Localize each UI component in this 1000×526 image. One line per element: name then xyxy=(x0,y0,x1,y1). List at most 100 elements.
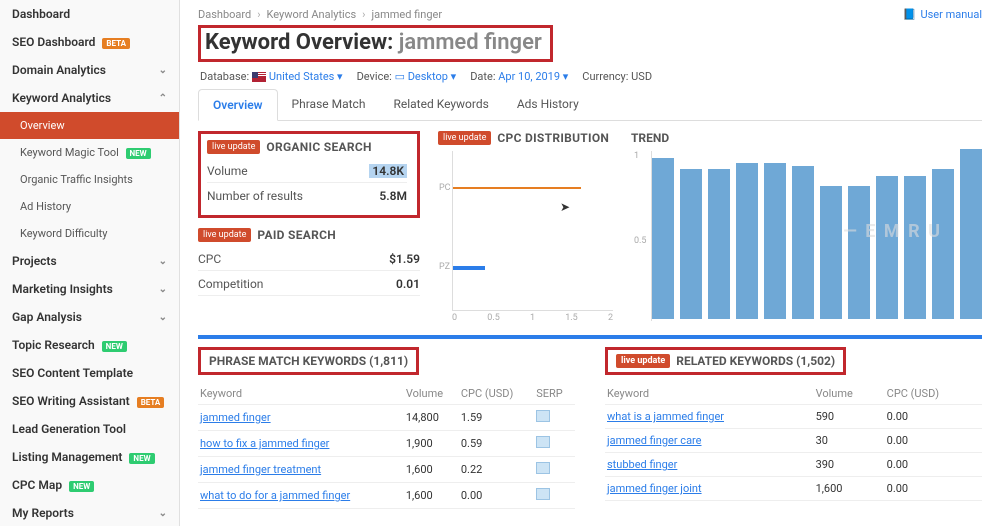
trend-bar xyxy=(708,169,730,319)
trend-bar xyxy=(736,163,758,319)
trend-bar xyxy=(876,176,898,319)
live-update-badge: live update xyxy=(438,131,491,145)
sidebar-item-keyword-magic-tool[interactable]: Keyword Magic Tool NEW xyxy=(0,139,179,166)
book-icon: 📘 xyxy=(903,8,917,21)
keyword-link[interactable]: how to fix a jammed finger xyxy=(200,437,329,450)
related-keywords-table: KeywordVolumeCPC (USD) what is a jammed … xyxy=(605,383,982,501)
phrase-match-panel: PHRASE MATCH KEYWORDS (1,811) KeywordVol… xyxy=(198,347,575,509)
tab-related-keywords[interactable]: Related Keywords xyxy=(379,89,502,120)
keyword-link[interactable]: stubbed finger xyxy=(607,458,677,471)
keyword-link[interactable]: what is a jammed finger xyxy=(607,410,724,423)
table-row: jammed finger care300.00 xyxy=(605,429,982,453)
sidebar: DashboardSEO Dashboard BETADomain Analyt… xyxy=(0,0,180,526)
metric-competition: Competition 0.01 xyxy=(198,271,420,296)
currency-value: USD xyxy=(631,70,652,83)
phrase-match-title: PHRASE MATCH KEYWORDS (1,811) xyxy=(198,347,419,375)
crumb-keyword-analytics[interactable]: Keyword Analytics xyxy=(267,8,357,21)
tab-phrase-match[interactable]: Phrase Match xyxy=(278,89,380,120)
sidebar-item-keyword-difficulty[interactable]: Keyword Difficulty xyxy=(0,220,179,247)
trend-bar xyxy=(848,186,870,319)
table-row: jammed finger14,8001.59 xyxy=(198,405,575,431)
paid-title: PAID SEARCH xyxy=(257,228,336,242)
cpc-distribution-panel: live update CPC DISTRIBUTION PC PZ 00.51… xyxy=(438,131,613,323)
paid-search-panel: live update PAID SEARCH CPC $1.59 Compet… xyxy=(198,228,420,296)
crumb-current: jammed finger xyxy=(371,8,442,21)
sidebar-item-keyword-analytics[interactable]: Keyword Analytics⌃ xyxy=(0,84,179,112)
sidebar-item-dashboard[interactable]: Dashboard xyxy=(0,0,179,28)
trend-bar xyxy=(932,169,954,319)
page-title-highlight: Keyword Overview: jammed finger xyxy=(198,25,553,62)
sidebar-item-organic-traffic-insights[interactable]: Organic Traffic Insights xyxy=(0,166,179,193)
sidebar-item-topic-research[interactable]: Topic Research NEW xyxy=(0,331,179,359)
sidebar-item-gap-analysis[interactable]: Gap Analysis⌄ xyxy=(0,303,179,331)
sidebar-item-cpc-map[interactable]: CPC Map NEW xyxy=(0,471,179,499)
sidebar-item-seo-content-template[interactable]: SEO Content Template xyxy=(0,359,179,387)
us-flag-icon xyxy=(252,72,266,82)
trend-bar xyxy=(680,169,702,319)
sidebar-item-listing-management[interactable]: Listing Management NEW xyxy=(0,443,179,471)
table-row: jammed finger joint1,6000.00 xyxy=(605,477,982,501)
sidebar-item-seo-dashboard[interactable]: SEO Dashboard BETA xyxy=(0,28,179,56)
chevron-icon: ⌃ xyxy=(159,93,167,104)
watermark: — E M R U xyxy=(843,221,942,242)
date-dropdown[interactable]: Apr 10, 2019 ▾ xyxy=(498,70,568,83)
tab-ads-history[interactable]: Ads History xyxy=(503,89,593,120)
trend-bar xyxy=(652,158,674,320)
sidebar-item-seo-writing-assistant[interactable]: SEO Writing Assistant BETA xyxy=(0,387,179,415)
serp-icon[interactable] xyxy=(536,488,550,500)
keyword-link[interactable]: jammed finger joint xyxy=(607,482,702,495)
chevron-icon: ⌄ xyxy=(159,65,167,76)
sidebar-item-projects[interactable]: Projects⌄ xyxy=(0,247,179,275)
table-row: how to fix a jammed finger1,9000.59 xyxy=(198,431,575,457)
sidebar-item-overview[interactable]: Overview xyxy=(0,112,179,139)
serp-icon[interactable] xyxy=(536,462,550,474)
cpc-orange-line xyxy=(453,187,581,189)
phrase-match-table: KeywordVolumeCPC (USD)SERP jammed finger… xyxy=(198,383,575,509)
sidebar-item-domain-analytics[interactable]: Domain Analytics⌄ xyxy=(0,56,179,84)
trend-title: TREND xyxy=(631,131,982,145)
trend-bar xyxy=(764,163,786,319)
live-update-badge: live update xyxy=(198,228,251,242)
keyword-link[interactable]: what to do for a jammed finger xyxy=(200,489,350,502)
cpc-dist-title: CPC DISTRIBUTION xyxy=(497,131,609,145)
sidebar-item-my-reports[interactable]: My Reports⌄ xyxy=(0,499,179,526)
trend-bar xyxy=(820,186,842,319)
page-title: Keyword Overview: jammed finger xyxy=(205,30,542,55)
device-dropdown[interactable]: Desktop ▾ xyxy=(408,70,457,83)
tab-overview[interactable]: Overview xyxy=(198,89,278,121)
desktop-icon: ▭ xyxy=(395,70,405,83)
metric-cpc: CPC $1.59 xyxy=(198,246,420,271)
related-keywords-panel: live update RELATED KEYWORDS (1,502) Key… xyxy=(605,347,982,509)
serp-icon[interactable] xyxy=(536,436,550,448)
sidebar-item-marketing-insights[interactable]: Marketing Insights⌄ xyxy=(0,275,179,303)
serp-icon[interactable] xyxy=(536,410,550,422)
chevron-icon: ⌄ xyxy=(159,312,167,323)
table-row: jammed finger treatment1,6000.22 xyxy=(198,457,575,483)
chevron-icon: ⌄ xyxy=(159,508,167,519)
trend-bar xyxy=(792,166,814,319)
main-content: Dashboard› Keyword Analytics› jammed fin… xyxy=(180,0,1000,526)
keyword-link[interactable]: jammed finger care xyxy=(607,434,702,447)
chevron-icon: ⌄ xyxy=(159,284,167,295)
trend-panel: TREND 1 0.5 — E M R U xyxy=(631,131,982,323)
tabs: OverviewPhrase MatchRelated KeywordsAds … xyxy=(198,89,982,121)
live-update-badge: live update xyxy=(616,354,670,368)
cpc-chart: PC PZ xyxy=(452,151,613,311)
cpc-x-axis: 00.511.52 xyxy=(452,313,613,323)
crumb-dashboard[interactable]: Dashboard xyxy=(198,8,251,21)
database-dropdown[interactable]: United States ▾ xyxy=(269,70,343,83)
related-keywords-title: live update RELATED KEYWORDS (1,502) xyxy=(605,347,846,375)
breadcrumb: Dashboard› Keyword Analytics› jammed fin… xyxy=(198,8,982,21)
table-row: what is a jammed finger5900.00 xyxy=(605,405,982,429)
keyword-link[interactable]: jammed finger xyxy=(200,411,271,424)
filters-bar: Database: United States ▾ Device: ▭ Desk… xyxy=(200,70,982,83)
trend-chart: 1 0.5 — E M R U xyxy=(651,151,982,321)
metric-volume: Volume 14.8K xyxy=(207,158,407,183)
organic-search-panel: live update ORGANIC SEARCH Volume 14.8K … xyxy=(198,131,420,218)
user-manual-link[interactable]: 📘 User manual xyxy=(903,8,982,21)
section-divider xyxy=(198,335,982,339)
keyword-link[interactable]: jammed finger treatment xyxy=(200,463,321,476)
trend-bar xyxy=(904,176,926,319)
sidebar-item-ad-history[interactable]: Ad History xyxy=(0,193,179,220)
sidebar-item-lead-generation-tool[interactable]: Lead Generation Tool xyxy=(0,415,179,443)
